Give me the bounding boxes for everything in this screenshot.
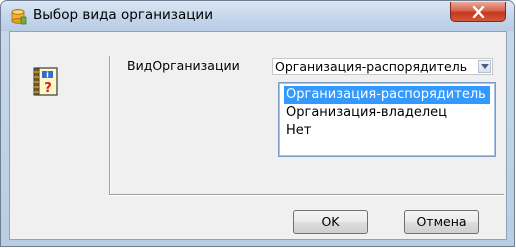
window-title: Выбор вида организации (33, 7, 213, 23)
horizontal-separator (109, 194, 504, 196)
dropdown-option-1[interactable]: Организация-распорядитель (284, 86, 490, 104)
org-type-combobox[interactable]: Организация-распорядитель (272, 58, 493, 75)
org-type-dropdown-list: Организация-распорядитель Организация-вл… (278, 82, 496, 157)
svg-text:?: ? (44, 81, 52, 96)
ok-button[interactable]: OK (293, 210, 368, 234)
dropdown-arrow-button[interactable] (478, 60, 491, 73)
chevron-down-icon (481, 64, 489, 69)
field-label-org-type: ВидОрганизации (127, 58, 240, 73)
dropdown-option-2[interactable]: Организация-владелец (284, 104, 490, 122)
close-button[interactable] (450, 2, 506, 22)
database-icon (10, 9, 27, 25)
title-bar[interactable]: Выбор вида организации (1, 1, 514, 31)
vertical-separator (109, 56, 111, 196)
close-icon (472, 6, 485, 18)
dialog-window: Выбор вида организации i ? ВидОрганизаци… (0, 0, 515, 247)
dialog-client-area: i ? ВидОрганизации Организация-распоряди… (9, 31, 507, 240)
dropdown-option-3[interactable]: Нет (284, 122, 490, 140)
cancel-button[interactable]: Отмена (404, 210, 479, 234)
combo-value: Организация-распорядитель (275, 59, 468, 74)
help-book-icon: i ? (31, 66, 61, 98)
svg-text:i: i (46, 71, 49, 80)
